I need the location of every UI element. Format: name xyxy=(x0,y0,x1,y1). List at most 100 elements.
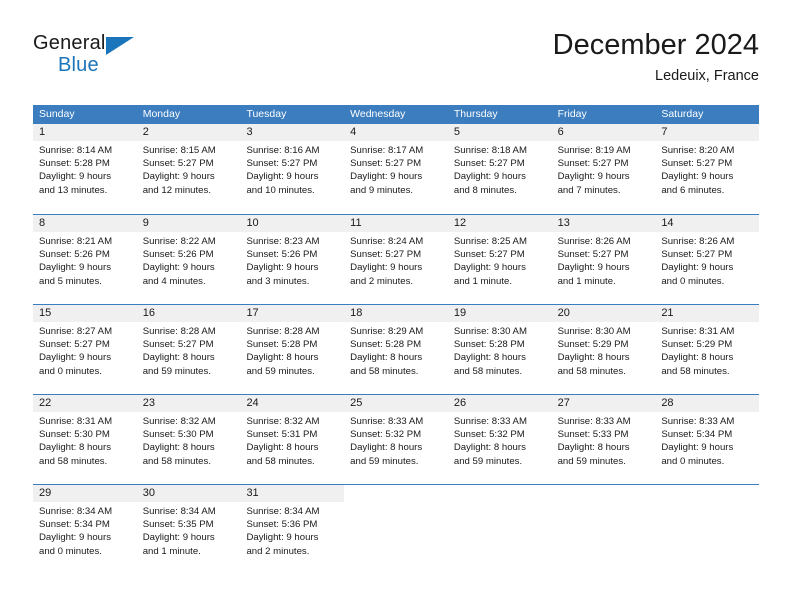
day-sun-info: Sunrise: 8:16 AM Sunset: 5:27 PM Daylight:… xyxy=(240,141,344,197)
day-number: 2 xyxy=(136,124,241,141)
calendar-page: General Blue December 2024 Ledeuix, Fran… xyxy=(0,0,792,612)
daylight-text-line1: Daylight: 8 hours xyxy=(453,352,526,364)
sunset-text: Sunset: 5:27 PM xyxy=(453,158,525,170)
day-sun-info: Sunrise: 8:23 AM Sunset: 5:26 PM Daylight:… xyxy=(240,232,344,288)
daylight-text-line1: Daylight: 9 hours xyxy=(661,262,734,274)
calendar-week-row: 8 Sunrise: 8:21 AM Sunset: 5:26 PM Daylight… xyxy=(33,214,760,304)
day-number: 21 xyxy=(655,305,760,322)
day-number: 29 xyxy=(33,485,137,502)
day-sun-info: Sunrise: 8:31 AM Sunset: 5:29 PM Daylight:… xyxy=(655,322,759,378)
day-sun-info: Sunrise: 8:17 AM Sunset: 5:27 PM Daylight:… xyxy=(344,141,448,197)
sunset-text: Sunset: 5:30 PM xyxy=(142,429,214,441)
day-cell[interactable]: 29 Sunrise: 8:34 AM Sunset: 5:34 PM Dayligh… xyxy=(33,485,137,574)
sunset-text: Sunset: 5:32 PM xyxy=(453,429,525,441)
weekday-header-saturday: Saturday xyxy=(661,108,704,120)
daylight-text-line2: and 2 minutes. xyxy=(350,275,414,287)
day-cell[interactable]: 17 Sunrise: 8:28 AM Sunset: 5:28 PM Dayligh… xyxy=(240,305,345,394)
day-cell[interactable]: 28 Sunrise: 8:33 AM Sunset: 5:34 PM Dayligh… xyxy=(655,395,760,484)
sunset-text: Sunset: 5:29 PM xyxy=(557,339,629,351)
day-cell[interactable]: 14 Sunrise: 8:26 AM Sunset: 5:27 PM Dayligh… xyxy=(655,215,760,304)
day-number: 22 xyxy=(33,395,137,412)
page-title: December 2024 xyxy=(552,29,759,61)
day-cell[interactable]: 24 Sunrise: 8:32 AM Sunset: 5:31 PM Dayligh… xyxy=(240,395,345,484)
day-number: 19 xyxy=(447,305,552,322)
daylight-text-line1: Daylight: 8 hours xyxy=(453,442,526,454)
day-sun-info: Sunrise: 8:28 AM Sunset: 5:27 PM Daylight:… xyxy=(137,322,241,378)
day-cell[interactable]: 18 Sunrise: 8:29 AM Sunset: 5:28 PM Dayligh… xyxy=(344,305,448,394)
daylight-text-line2: and 3 minutes. xyxy=(246,275,310,287)
daylight-text-line1: Daylight: 9 hours xyxy=(453,171,526,183)
day-number xyxy=(448,485,552,502)
sunrise-text: Sunrise: 8:30 AM xyxy=(453,326,527,337)
day-cell[interactable]: 15 Sunrise: 8:27 AM Sunset: 5:27 PM Dayligh… xyxy=(33,305,137,394)
day-cell[interactable]: 7 Sunrise: 8:20 AM Sunset: 5:27 PM Daylight… xyxy=(655,124,760,214)
day-cell[interactable]: 6 Sunrise: 8:19 AM Sunset: 5:27 PM Daylight… xyxy=(551,124,656,214)
day-sun-info: Sunrise: 8:25 AM Sunset: 5:27 PM Daylight:… xyxy=(448,232,552,288)
daylight-text-line2: and 7 minutes. xyxy=(557,184,621,196)
sunrise-text: Sunrise: 8:33 AM xyxy=(453,416,527,427)
daylight-text-line2: and 13 minutes. xyxy=(39,184,108,196)
title-block: December 2024 Ledeuix, France xyxy=(553,28,759,86)
daylight-text-line2: and 4 minutes. xyxy=(142,275,206,287)
day-cell[interactable]: 2 Sunrise: 8:15 AM Sunset: 5:27 PM Daylight… xyxy=(136,124,241,214)
day-sun-info: Sunrise: 8:26 AM Sunset: 5:27 PM Daylight:… xyxy=(655,232,759,288)
day-cell[interactable]: 4 Sunrise: 8:17 AM Sunset: 5:27 PM Daylight… xyxy=(344,124,448,214)
day-number: 20 xyxy=(551,305,656,322)
day-cell[interactable]: 8 Sunrise: 8:21 AM Sunset: 5:26 PM Daylight… xyxy=(33,215,137,304)
daylight-text-line1: Daylight: 8 hours xyxy=(350,352,423,364)
day-sun-info: Sunrise: 8:34 AM Sunset: 5:36 PM Daylight:… xyxy=(240,502,344,558)
daylight-text-line1: Daylight: 8 hours xyxy=(246,442,319,454)
day-cell[interactable]: 11 Sunrise: 8:24 AM Sunset: 5:27 PM Dayligh… xyxy=(344,215,448,304)
day-cell[interactable]: 31 Sunrise: 8:34 AM Sunset: 5:36 PM Dayligh… xyxy=(240,485,345,574)
day-sun-info: Sunrise: 8:19 AM Sunset: 5:27 PM Daylight:… xyxy=(552,141,656,197)
calendar-week-row: 29 Sunrise: 8:34 AM Sunset: 5:34 PM Dayligh… xyxy=(33,484,759,574)
sunrise-text: Sunrise: 8:27 AM xyxy=(39,326,113,337)
day-sun-info: Sunrise: 8:21 AM Sunset: 5:26 PM Daylight:… xyxy=(33,232,137,288)
day-cell[interactable]: 13 Sunrise: 8:26 AM Sunset: 5:27 PM Dayligh… xyxy=(551,215,656,304)
sunrise-text: Sunrise: 8:33 AM xyxy=(350,416,424,427)
day-cell[interactable]: 23 Sunrise: 8:32 AM Sunset: 5:30 PM Dayligh… xyxy=(136,395,241,484)
sunrise-text: Sunrise: 8:29 AM xyxy=(350,326,424,337)
day-cell[interactable]: 22 Sunrise: 8:31 AM Sunset: 5:30 PM Dayligh… xyxy=(33,395,137,484)
sunrise-text: Sunrise: 8:28 AM xyxy=(142,326,216,337)
day-number: 26 xyxy=(447,395,552,412)
sunset-text: Sunset: 5:27 PM xyxy=(350,249,422,261)
day-cell[interactable]: 16 Sunrise: 8:28 AM Sunset: 5:27 PM Dayligh… xyxy=(136,305,241,394)
weekday-header-row: Sunday Monday Tuesday Wednesday Thursday Frid… xyxy=(33,105,759,124)
day-cell[interactable]: 19 Sunrise: 8:30 AM Sunset: 5:28 PM Dayligh… xyxy=(447,305,552,394)
day-cell[interactable]: 12 Sunrise: 8:25 AM Sunset: 5:27 PM Dayligh… xyxy=(447,215,552,304)
sunrise-text: Sunrise: 8:26 AM xyxy=(661,236,735,247)
day-cell[interactable]: 9 Sunrise: 8:22 AM Sunset: 5:26 PM Daylight… xyxy=(136,215,241,304)
sunset-text: Sunset: 5:30 PM xyxy=(39,429,110,441)
day-cell[interactable]: 10 Sunrise: 8:23 AM Sunset: 5:26 PM Dayligh… xyxy=(240,215,345,304)
day-sun-info: Sunrise: 8:34 AM Sunset: 5:35 PM Daylight:… xyxy=(137,502,241,558)
weekday-header-thursday: Thursday xyxy=(453,108,498,120)
sunrise-text: Sunrise: 8:34 AM xyxy=(142,506,216,517)
sunset-text: Sunset: 5:26 PM xyxy=(39,249,110,261)
daylight-text-line1: Daylight: 9 hours xyxy=(661,442,734,454)
day-cell[interactable]: 3 Sunrise: 8:16 AM Sunset: 5:27 PM Daylight… xyxy=(240,124,345,214)
weekday-header-friday: Friday xyxy=(557,108,587,120)
day-cell[interactable]: 30 Sunrise: 8:34 AM Sunset: 5:35 PM Dayligh… xyxy=(136,485,241,574)
day-cell[interactable]: 20 Sunrise: 8:30 AM Sunset: 5:29 PM Dayligh… xyxy=(551,305,656,394)
sunrise-text: Sunrise: 8:23 AM xyxy=(246,236,320,247)
day-cell[interactable]: 5 Sunrise: 8:18 AM Sunset: 5:27 PM Daylight… xyxy=(447,124,552,214)
day-cell[interactable]: 21 Sunrise: 8:31 AM Sunset: 5:29 PM Dayligh… xyxy=(655,305,760,394)
day-cell[interactable]: 25 Sunrise: 8:33 AM Sunset: 5:32 PM Dayligh… xyxy=(344,395,448,484)
day-number: 18 xyxy=(344,305,448,322)
sunset-text: Sunset: 5:28 PM xyxy=(350,339,422,351)
daylight-text-line2: and 59 minutes. xyxy=(557,455,626,467)
daylight-text-line1: Daylight: 9 hours xyxy=(557,262,630,274)
day-cell[interactable]: 26 Sunrise: 8:33 AM Sunset: 5:32 PM Dayligh… xyxy=(447,395,552,484)
day-cell[interactable]: 27 Sunrise: 8:33 AM Sunset: 5:33 PM Dayligh… xyxy=(551,395,656,484)
day-cell-empty xyxy=(655,485,759,574)
general-blue-logo[interactable]: General Blue xyxy=(33,32,163,86)
calendar-grid: Sunday Monday Tuesday Wednesday Thursday Frid… xyxy=(33,105,760,574)
daylight-text-line1: Daylight: 8 hours xyxy=(661,352,734,364)
sunrise-text: Sunrise: 8:31 AM xyxy=(661,326,735,337)
logo-text-blue: Blue xyxy=(58,54,99,76)
day-cell[interactable]: 1 Sunrise: 8:14 AM Sunset: 5:28 PM Daylight… xyxy=(33,124,137,214)
daylight-text-line2: and 58 minutes. xyxy=(557,365,626,377)
sunset-text: Sunset: 5:27 PM xyxy=(557,249,629,261)
day-sun-info: Sunrise: 8:33 AM Sunset: 5:33 PM Daylight:… xyxy=(552,412,656,468)
